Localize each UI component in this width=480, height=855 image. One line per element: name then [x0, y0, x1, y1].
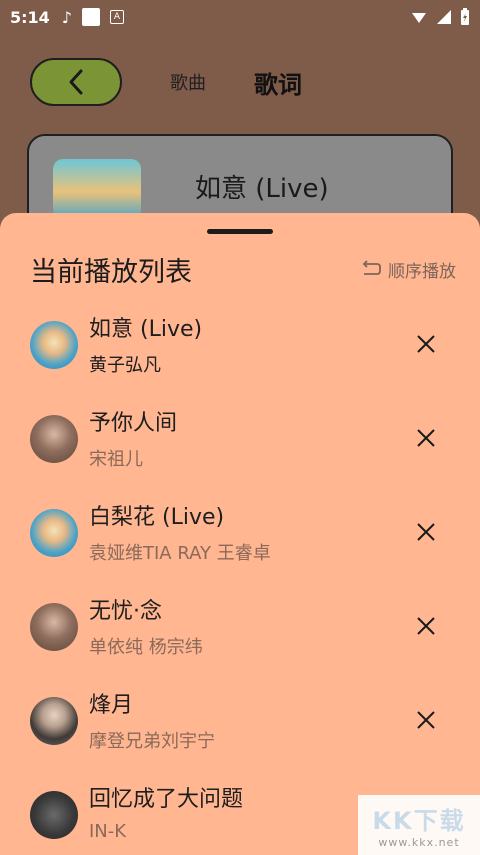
song-artist: 单依纯 杨宗纬 [89, 637, 203, 658]
song-artist: 袁娅维TIA RAY 王睿卓 [89, 543, 271, 564]
close-icon [417, 335, 435, 353]
playlist-header: 当前播放列表 顺序播放 [30, 249, 456, 289]
status-time: 5:14 [10, 7, 50, 27]
list-item[interactable]: 予你人间 宋祖儿 [0, 395, 480, 489]
tab-lyrics[interactable]: 歌词 [254, 65, 302, 100]
chevron-left-icon [69, 69, 83, 95]
tab-song[interactable]: 歌曲 [170, 69, 206, 95]
song-artist: 宋祖儿 [89, 449, 143, 470]
list-item[interactable]: 白梨花 (Live) 袁娅维TIA RAY 王睿卓 [0, 489, 480, 583]
battery-icon [461, 8, 469, 25]
drag-handle[interactable] [207, 229, 273, 234]
cellular-signal-icon [437, 10, 451, 24]
song-title: 回忆成了大问题 [89, 787, 244, 812]
album-cover [53, 159, 141, 219]
remove-button[interactable] [413, 331, 439, 357]
song-title: 白梨花 (Live) [89, 505, 225, 530]
keyboard-badge-icon: A [110, 10, 125, 24]
list-item[interactable]: 如意 (Live) 黄子弘凡 [0, 301, 480, 395]
play-mode-button[interactable]: 顺序播放 [360, 257, 456, 282]
music-note-icon: ♪ [61, 7, 73, 27]
playlist-title: 当前播放列表 [30, 256, 192, 288]
list-item[interactable]: 无忧·念 单依纯 杨宗纬 [0, 583, 480, 677]
song-cover [30, 697, 78, 745]
remove-button[interactable] [413, 707, 439, 733]
playlist-list: 如意 (Live) 黄子弘凡 予你人间 宋祖儿 白梨花 (Live) 袁娅维TI… [0, 301, 480, 855]
song-title: 如意 (Live) [89, 317, 203, 342]
repeat-icon [362, 260, 381, 275]
song-artist: 摩登兄弟刘宇宁 [89, 731, 215, 752]
song-artist: IN-K [89, 821, 127, 842]
song-title: 予你人间 [89, 411, 178, 436]
back-button[interactable] [30, 58, 122, 106]
close-icon [417, 523, 435, 541]
song-cover [30, 321, 78, 369]
remove-button[interactable] [413, 519, 439, 545]
song-title: 烽月 [89, 693, 134, 718]
list-item[interactable]: 烽月 摩登兄弟刘宇宁 [0, 677, 480, 771]
song-cover [30, 603, 78, 651]
play-mode-label: 顺序播放 [388, 261, 456, 282]
close-icon [417, 429, 435, 447]
now-playing-title: 如意 (Live) [195, 173, 329, 204]
watermark: KK下载 www.kkx.net [358, 795, 480, 855]
watermark-logo: KK下载 [372, 807, 466, 835]
watermark-url: www.kkx.net [378, 836, 460, 849]
song-cover [30, 791, 78, 839]
remove-button[interactable] [413, 613, 439, 639]
signal-strength-icon [412, 13, 426, 23]
close-icon [417, 617, 435, 635]
song-cover [30, 509, 78, 557]
remove-button[interactable] [413, 425, 439, 451]
status-bar: 5:14 ♪ A [0, 0, 480, 34]
close-icon [417, 711, 435, 729]
song-artist: 黄子弘凡 [89, 355, 161, 376]
song-cover [30, 415, 78, 463]
song-title: 无忧·念 [89, 599, 162, 624]
notification-icon [82, 8, 101, 26]
playlist-sheet: 当前播放列表 顺序播放 如意 (Live) 黄子弘凡 予你人间 宋祖儿 白梨花 … [0, 213, 480, 855]
top-nav: 歌曲 歌词 [30, 57, 480, 107]
